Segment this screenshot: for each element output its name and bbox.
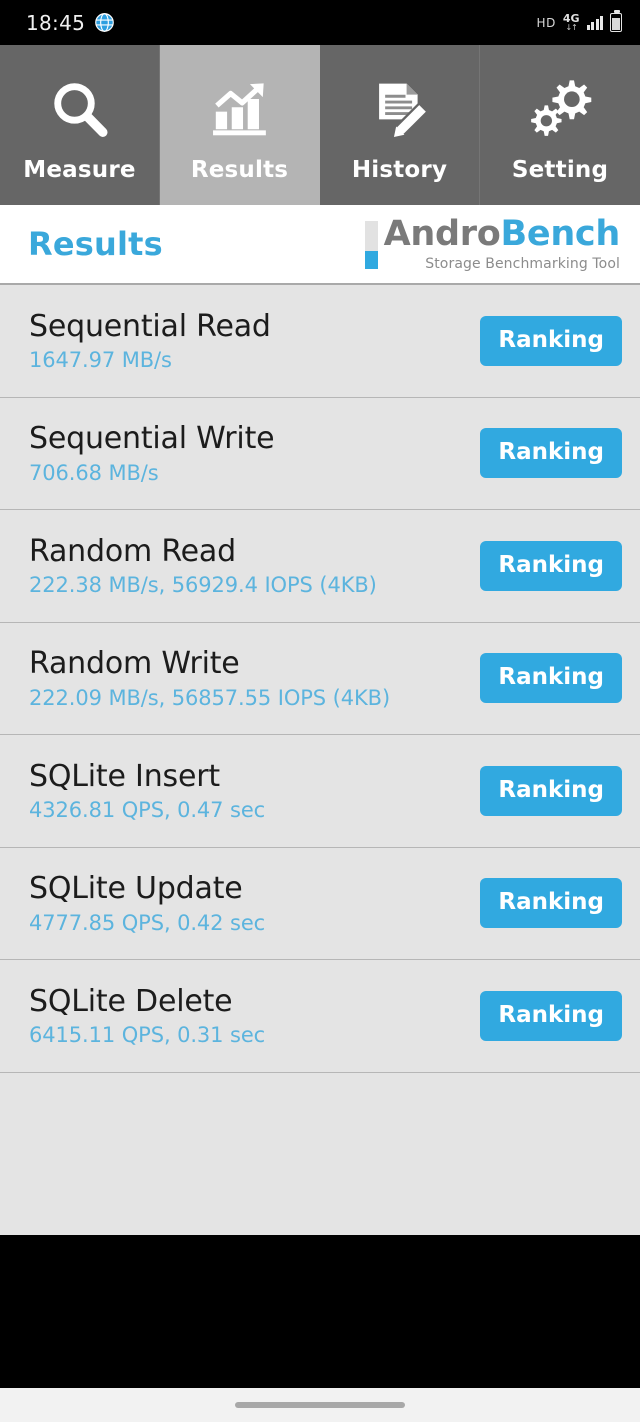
gears-icon xyxy=(525,73,595,147)
result-value: 6415.11 QPS, 0.31 sec xyxy=(29,1023,266,1047)
list-empty-area xyxy=(0,1072,640,1235)
results-list[interactable]: Sequential Read 1647.97 MB/s Ranking Seq… xyxy=(0,285,640,1235)
battery-icon xyxy=(610,10,622,32)
tab-setting-label: Setting xyxy=(511,157,609,183)
table-row[interactable]: SQLite Insert 4326.81 QPS, 0.47 sec Rank… xyxy=(0,735,640,848)
bar-chart-icon xyxy=(207,73,273,147)
result-name: Sequential Write xyxy=(29,421,275,456)
result-name: Random Write xyxy=(29,646,240,681)
result-value: 4777.85 QPS, 0.42 sec xyxy=(29,910,266,935)
tab-measure-label: Measure xyxy=(23,157,136,183)
status-bar: 18:45 HD 4G ↓↑ xyxy=(0,0,640,45)
result-name: Random Read xyxy=(29,533,236,569)
logo-secondary-text: Bench xyxy=(500,213,621,254)
status-clock: 18:45 xyxy=(26,10,86,35)
result-name: SQLite Update xyxy=(29,871,243,906)
status-bar-right: HD 4G ↓↑ xyxy=(536,10,622,32)
table-row[interactable]: Sequential Write 706.68 MB/s Ranking xyxy=(0,398,640,510)
tab-results-label: Results xyxy=(190,157,289,183)
app-header: Results AndroBench Storage Benchmarking … xyxy=(0,205,640,285)
logo-storage-bar-icon xyxy=(364,220,378,269)
tab-history-label: History xyxy=(351,157,448,183)
logo-primary-text: Andro xyxy=(383,213,501,254)
result-value: 1647.97 MB/s xyxy=(29,348,172,372)
system-navigation-bar xyxy=(0,1388,640,1422)
tab-results[interactable]: Results xyxy=(160,45,320,205)
magnifier-icon xyxy=(47,73,113,147)
result-value: 706.68 MB/s xyxy=(29,460,159,485)
network-type-indicator: 4G ↓↑ xyxy=(563,13,580,32)
home-gesture-pill[interactable] xyxy=(235,1402,405,1408)
tab-history[interactable]: History xyxy=(320,45,480,205)
result-name: Sequential Read xyxy=(29,308,271,344)
result-name: SQLite Insert xyxy=(29,758,220,794)
ranking-button[interactable]: Ranking xyxy=(480,878,622,929)
result-value: 4326.81 QPS, 0.47 sec xyxy=(29,798,266,822)
table-row[interactable]: Random Write 222.09 MB/s, 56857.55 IOPS … xyxy=(0,623,640,735)
tab-measure[interactable]: Measure xyxy=(0,45,160,205)
data-transfer-arrows-icon: ↓↑ xyxy=(565,23,577,32)
main-tab-bar: Measure Results History Setting xyxy=(0,45,640,205)
result-value: 222.38 MB/s, 56929.4 IOPS (4KB) xyxy=(29,573,377,597)
letterbox-area xyxy=(0,1235,640,1388)
table-row[interactable]: SQLite Update 4777.85 QPS, 0.42 sec Rank… xyxy=(0,848,640,960)
result-name: SQLite Delete xyxy=(29,983,233,1019)
document-pencil-icon xyxy=(367,73,433,147)
logo-tagline: Storage Benchmarking Tool xyxy=(425,255,620,272)
phone-screen: 18:45 HD 4G ↓↑ Measure Results History S… xyxy=(0,0,640,1422)
globe-icon xyxy=(94,12,115,33)
tab-setting[interactable]: Setting xyxy=(480,45,640,205)
signal-bars-icon xyxy=(586,15,603,30)
ranking-button[interactable]: Ranking xyxy=(480,765,622,816)
status-bar-left: 18:45 xyxy=(26,11,115,35)
ranking-button[interactable]: Ranking xyxy=(480,653,622,704)
androbench-logo: AndroBench Storage Benchmarking Tool xyxy=(364,213,621,272)
table-row[interactable]: Random Read 222.38 MB/s, 56929.4 IOPS (4… xyxy=(0,510,640,623)
table-row[interactable]: Sequential Read 1647.97 MB/s Ranking xyxy=(0,285,640,398)
ranking-button[interactable]: Ranking xyxy=(480,428,622,479)
result-value: 222.09 MB/s, 56857.55 IOPS (4KB) xyxy=(29,685,391,710)
ranking-button[interactable]: Ranking xyxy=(480,540,622,591)
page-title: Results xyxy=(28,225,163,263)
ranking-button[interactable]: Ranking xyxy=(480,990,622,1041)
hd-indicator: HD xyxy=(536,15,556,30)
table-row[interactable]: SQLite Delete 6415.11 QPS, 0.31 sec Rank… xyxy=(0,960,640,1073)
ranking-button[interactable]: Ranking xyxy=(480,315,622,366)
